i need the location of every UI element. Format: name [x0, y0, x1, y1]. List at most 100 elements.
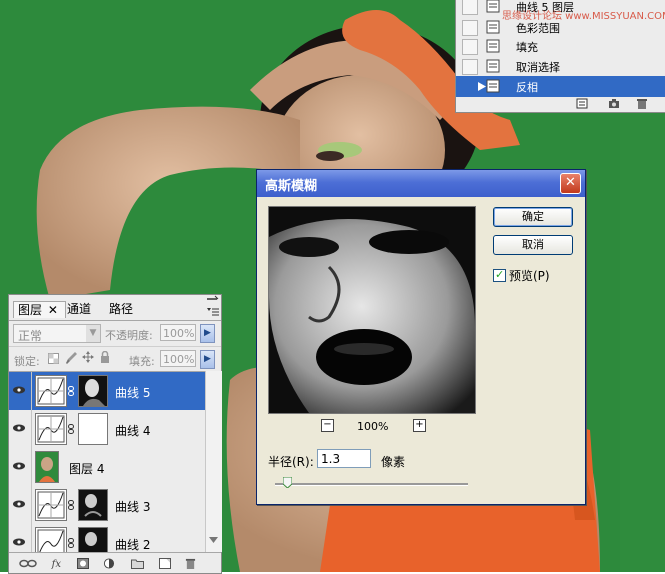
layers-panel: 图层 ✕ 通道 路径 正常 ▼ 不透明度: 100% ▶ 锁定: 填充: 100…	[8, 294, 222, 574]
preview-checkbox[interactable]: ✓	[493, 268, 506, 282]
panel-collapse-icon[interactable]	[205, 295, 219, 303]
history-source-checkbox[interactable]	[462, 79, 478, 95]
visibility-toggle[interactable]	[9, 524, 32, 553]
dialog-title-bar[interactable]: 高斯模糊 ✕	[257, 170, 585, 197]
layer-thumbnail[interactable]	[35, 451, 59, 483]
preview-label[interactable]: 预览(P)	[509, 267, 550, 284]
blend-mode-select[interactable]: 正常 ▼	[13, 324, 101, 343]
history-step-icon	[486, 0, 500, 13]
fill-input[interactable]: 100%	[160, 350, 196, 367]
history-source-checkbox[interactable]	[462, 59, 478, 75]
history-source-checkbox[interactable]	[462, 39, 478, 55]
ok-button[interactable]: 确定	[493, 207, 573, 227]
history-source-checkbox[interactable]	[462, 0, 478, 15]
svg-text:fx: fx	[51, 559, 61, 569]
history-source-checkbox[interactable]	[462, 20, 478, 36]
history-item-label: 填充	[516, 41, 538, 54]
curves-adjustment-icon[interactable]	[35, 489, 67, 521]
curves-adjustment-icon[interactable]	[35, 527, 67, 553]
group-folder-icon[interactable]	[131, 558, 144, 569]
layer-style-fx-icon[interactable]: fx	[51, 558, 65, 569]
layers-footer: fx	[9, 552, 221, 574]
eye-icon	[13, 424, 25, 432]
history-item-label: 反相	[516, 81, 538, 94]
link-icon[interactable]	[68, 424, 74, 434]
panel-menu-icon[interactable]	[207, 307, 219, 317]
layer-row[interactable]: 曲线 2	[9, 524, 205, 553]
link-icon[interactable]	[68, 500, 74, 510]
scroll-down-icon[interactable]	[209, 537, 218, 543]
tab-label: 图层	[18, 303, 43, 317]
lock-fill-row: 锁定: 填充: 100% ▶	[9, 346, 221, 371]
eye-icon	[13, 538, 25, 546]
lock-move-icon[interactable]	[82, 351, 94, 363]
layer-row[interactable]: 曲线 4	[9, 410, 205, 449]
curves-adjustment-icon[interactable]	[35, 413, 67, 445]
layer-row[interactable]: 图层 4	[9, 448, 205, 487]
close-button[interactable]: ✕	[560, 173, 581, 194]
lock-label: 锁定:	[14, 355, 40, 368]
layer-mask-thumbnail[interactable]	[78, 413, 108, 445]
link-icon[interactable]	[68, 386, 74, 396]
trash-icon[interactable]	[185, 558, 196, 569]
zoom-out-button[interactable]: −	[321, 419, 334, 432]
cancel-button[interactable]: 取消	[493, 235, 573, 255]
visibility-toggle[interactable]	[9, 372, 32, 410]
layer-name[interactable]: 曲线 3	[115, 498, 150, 515]
layer-name[interactable]: 曲线 2	[115, 536, 150, 553]
fill-label: 填充:	[129, 355, 155, 368]
history-footer	[456, 95, 665, 112]
watermark-text: 思缘设计论坛 www.MISSYUAN.COM	[502, 11, 665, 22]
layer-list-scrollbar[interactable]	[205, 371, 222, 552]
layer-row[interactable]: 曲线 3	[9, 486, 205, 525]
opacity-input[interactable]: 100%	[160, 324, 196, 341]
filter-preview[interactable]	[268, 206, 476, 414]
history-item[interactable]: 取消选择	[456, 56, 665, 77]
layer-name[interactable]: 曲线 5	[115, 384, 150, 401]
trash-icon[interactable]	[636, 98, 648, 109]
add-mask-icon[interactable]	[77, 558, 89, 569]
link-icon[interactable]	[68, 538, 74, 548]
visibility-toggle[interactable]	[9, 486, 32, 524]
adjustment-layer-icon[interactable]	[103, 558, 115, 569]
layer-mask-thumbnail[interactable]	[78, 489, 108, 521]
history-state-slider-icon[interactable]	[478, 82, 486, 91]
tab-close-icon[interactable]: ✕	[48, 303, 58, 317]
tab-paths[interactable]: 路径	[105, 301, 137, 317]
tab-layers[interactable]: 图层 ✕	[13, 301, 66, 318]
link-layers-icon[interactable]	[19, 558, 37, 569]
layer-name[interactable]: 曲线 4	[115, 422, 150, 439]
opacity-slider-button[interactable]: ▶	[200, 324, 215, 343]
eye-icon	[13, 386, 25, 394]
chevron-down-icon: ▼	[86, 325, 100, 342]
new-layer-icon[interactable]	[159, 558, 171, 569]
radius-input[interactable]: 1.3	[317, 449, 371, 468]
visibility-toggle[interactable]	[9, 410, 32, 448]
gaussian-blur-dialog: 高斯模糊 ✕ 确定 取消 ✓ 预览(P) − 100% + 半径(R): 1.3…	[256, 169, 586, 505]
history-item-selected[interactable]: 反相	[456, 76, 665, 97]
radius-slider-track[interactable]	[275, 483, 468, 486]
history-step-icon	[486, 20, 500, 34]
radius-slider-thumb[interactable]	[283, 477, 292, 488]
lock-all-icon[interactable]	[100, 351, 110, 363]
eye-icon	[13, 500, 25, 508]
fill-slider-button[interactable]: ▶	[200, 350, 215, 369]
history-step-icon	[486, 79, 500, 93]
history-item-label: 取消选择	[516, 61, 560, 74]
camera-icon[interactable]	[608, 98, 620, 109]
lock-transparency-icon[interactable]	[48, 353, 59, 364]
preview-image	[269, 207, 475, 413]
zoom-level: 100%	[357, 420, 389, 433]
history-item-label: 色彩范围	[516, 22, 560, 35]
zoom-in-button[interactable]: +	[413, 419, 426, 432]
lock-brush-icon[interactable]	[66, 352, 77, 364]
layer-mask-thumbnail[interactable]	[78, 527, 108, 553]
layer-row[interactable]: 曲线 5	[9, 372, 205, 411]
history-item[interactable]: 填充	[456, 36, 665, 57]
visibility-toggle[interactable]	[9, 448, 32, 486]
new-document-from-state-icon[interactable]	[576, 98, 588, 109]
curves-adjustment-icon[interactable]	[35, 375, 67, 407]
layer-name[interactable]: 图层 4	[69, 460, 104, 477]
layer-mask-thumbnail[interactable]	[78, 375, 108, 407]
tab-channels[interactable]: 通道	[63, 301, 95, 317]
